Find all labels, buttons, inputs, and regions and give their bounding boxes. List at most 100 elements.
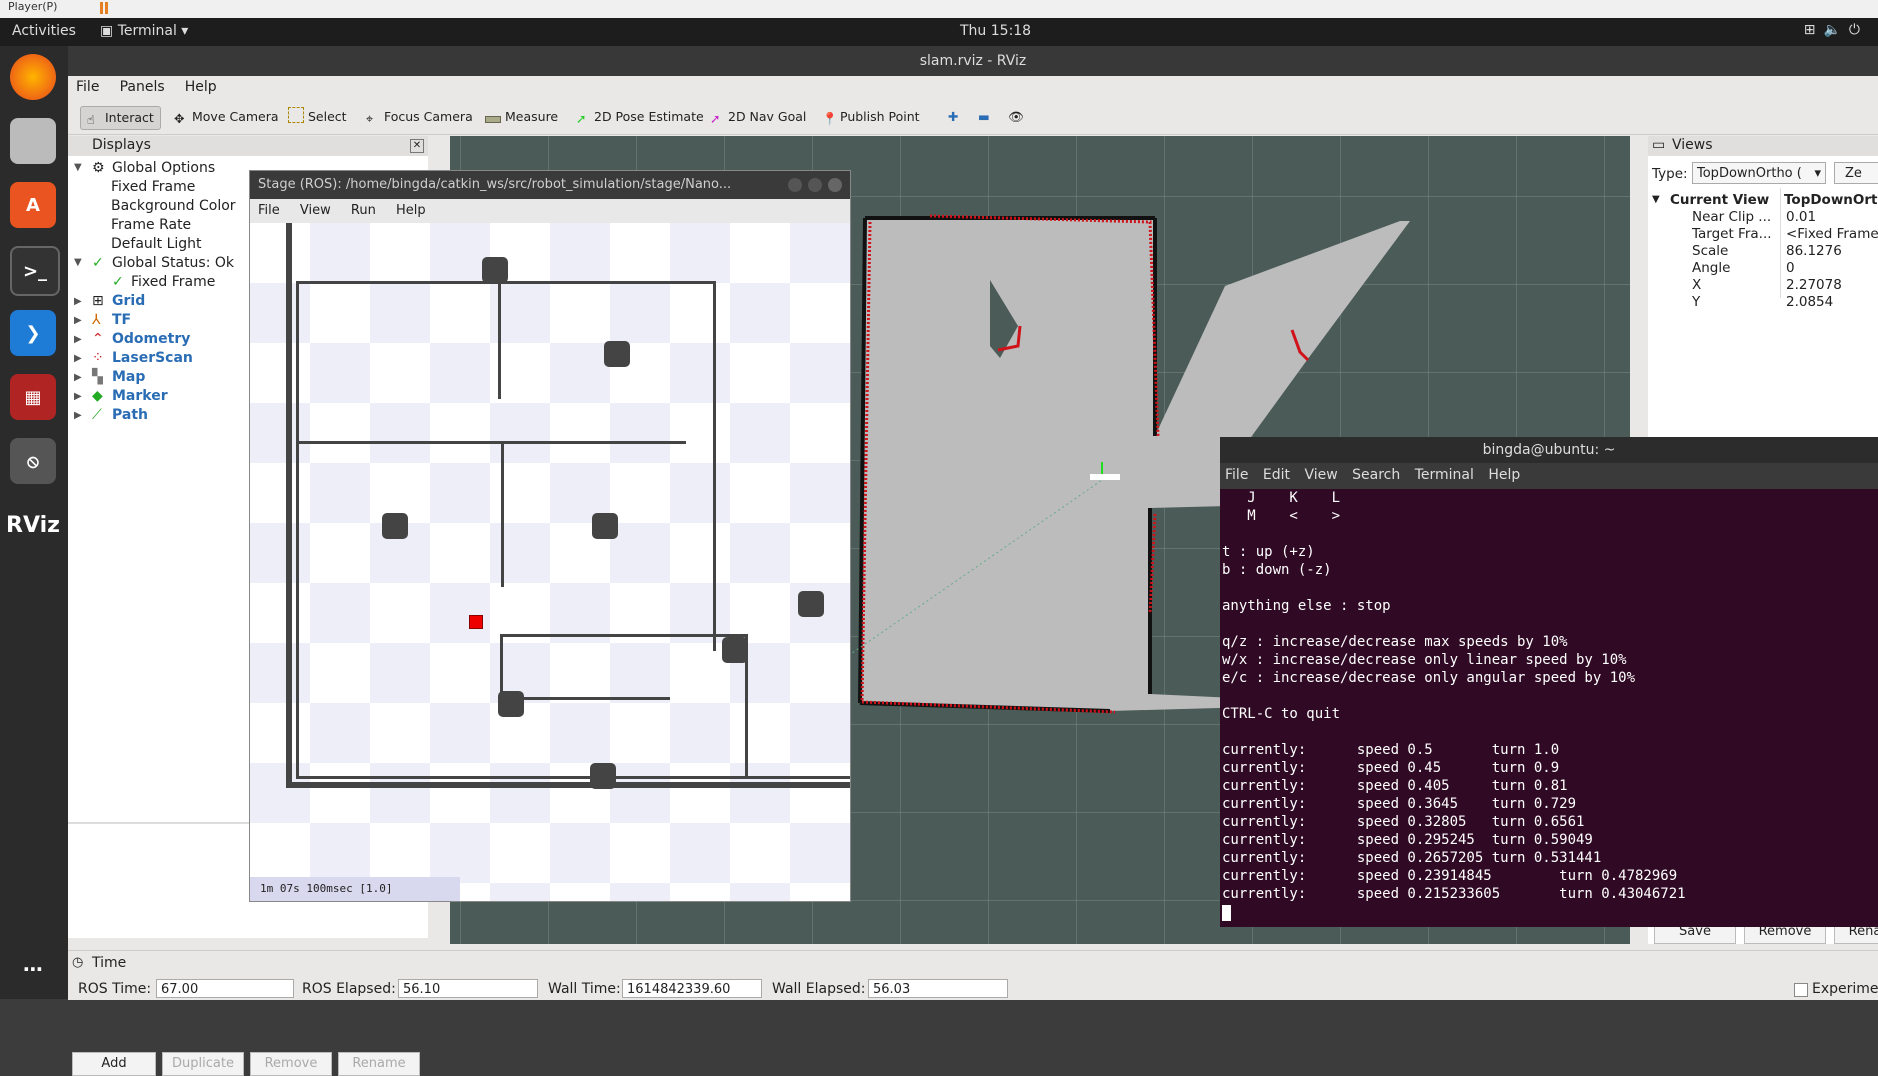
- prop-y-value[interactable]: 2.0854: [1786, 294, 1833, 310]
- move-camera-tool[interactable]: ✥ Move Camera: [168, 106, 285, 128]
- display-tf[interactable]: TF: [112, 312, 131, 328]
- prop-y[interactable]: Y: [1692, 294, 1700, 310]
- obstacle: [592, 513, 618, 539]
- expand-arrow-icon[interactable]: ▼: [74, 257, 82, 268]
- software-center-icon[interactable]: A: [10, 182, 56, 228]
- app-icon[interactable]: ▦: [10, 374, 56, 420]
- collapse-arrow-icon[interactable]: ▶: [74, 334, 82, 345]
- activities-button[interactable]: Activities: [12, 23, 76, 39]
- stage-menu-file[interactable]: File: [250, 199, 288, 222]
- stage-menu-run[interactable]: Run: [343, 199, 384, 222]
- display-laserscan[interactable]: LaserScan: [112, 350, 193, 366]
- prop-angle-value[interactable]: 0: [1786, 260, 1795, 276]
- display-global-status[interactable]: Global Status: Ok: [112, 255, 234, 271]
- menu-file[interactable]: File: [68, 76, 107, 98]
- stage-title[interactable]: Stage (ROS): /home/bingda/catkin_ws/src/…: [250, 171, 850, 199]
- close-icon[interactable]: ✕: [410, 139, 424, 153]
- show-apps-icon[interactable]: ⋯: [10, 946, 56, 992]
- current-view-label[interactable]: Current View: [1670, 192, 1769, 208]
- display-fixed-frame[interactable]: Fixed Frame: [111, 179, 195, 195]
- disabled-app-icon[interactable]: ⦸: [10, 438, 56, 484]
- add-tool-icon[interactable]: ✚: [942, 106, 964, 128]
- prop-scale[interactable]: Scale: [1692, 243, 1728, 259]
- term-menu-help[interactable]: Help: [1483, 463, 1525, 487]
- term-menu-view[interactable]: View: [1299, 463, 1342, 487]
- display-default-light[interactable]: Default Light: [111, 236, 202, 252]
- system-tray[interactable]: ⊞🔈⏻: [1804, 22, 1868, 38]
- remove-tool-icon[interactable]: ▬: [972, 106, 996, 128]
- wall-time-label: Wall Time:: [548, 981, 621, 997]
- prop-x-value[interactable]: 2.27078: [1786, 277, 1842, 293]
- display-map[interactable]: Map: [112, 369, 145, 385]
- prop-scale-value[interactable]: 86.1276: [1786, 243, 1842, 259]
- term-menu-terminal[interactable]: Terminal: [1410, 463, 1479, 487]
- rename-button[interactable]: Rename: [338, 1052, 420, 1076]
- collapse-arrow-icon[interactable]: ▶: [74, 372, 82, 383]
- display-grid[interactable]: Grid: [112, 293, 145, 309]
- display-frame-rate[interactable]: Frame Rate: [111, 217, 191, 233]
- duplicate-button[interactable]: Duplicate: [162, 1052, 244, 1076]
- vscode-icon[interactable]: ❯: [10, 310, 56, 356]
- clock[interactable]: Thu 15:18: [960, 23, 1031, 39]
- stage-menu-view[interactable]: View: [292, 199, 339, 222]
- menu-help[interactable]: Help: [177, 76, 225, 98]
- vm-player-menu[interactable]: Player(P): [8, 0, 57, 13]
- wall-time-field[interactable]: 1614842339.60: [622, 979, 762, 998]
- display-background-color[interactable]: Background Color: [111, 198, 236, 214]
- prop-target-frame-value[interactable]: <Fixed Frame: [1786, 226, 1878, 242]
- publish-point-tool[interactable]: 📍 Publish Point: [816, 106, 926, 128]
- prop-angle[interactable]: Angle: [1692, 260, 1730, 276]
- focus-camera-tool[interactable]: ⌖ Focus Camera: [360, 106, 479, 128]
- add-button[interactable]: Add: [72, 1052, 156, 1076]
- nav-goal-tool[interactable]: ➚ 2D Nav Goal: [704, 106, 812, 128]
- prop-near-clip[interactable]: Near Clip ...: [1692, 209, 1771, 225]
- display-odometry[interactable]: Odometry: [112, 331, 190, 347]
- firefox-icon[interactable]: [10, 54, 56, 100]
- terminal-title[interactable]: bingda@ubuntu: ~: [1220, 437, 1878, 463]
- window-close-icon[interactable]: [828, 178, 842, 192]
- measure-tool[interactable]: Measure: [479, 106, 564, 128]
- term-menu-search[interactable]: Search: [1347, 463, 1405, 487]
- rviz-icon[interactable]: RViz: [6, 502, 60, 548]
- display-status-fixed-frame[interactable]: Fixed Frame: [131, 274, 215, 290]
- terminal-output[interactable]: J K L M < > t : up (+z) b : down (-z) any…: [1220, 489, 1878, 927]
- files-icon[interactable]: [10, 118, 56, 164]
- prop-near-clip-value[interactable]: 0.01: [1786, 209, 1816, 225]
- stage-menu-help[interactable]: Help: [388, 199, 434, 222]
- collapse-arrow-icon[interactable]: ▶: [74, 391, 82, 402]
- collapse-arrow-icon[interactable]: ▶: [74, 315, 82, 326]
- experimental-checkbox[interactable]: [1794, 983, 1808, 997]
- collapse-arrow-icon[interactable]: ▶: [74, 296, 82, 307]
- menu-panels[interactable]: Panels: [112, 76, 173, 98]
- ros-time-field[interactable]: 67.00: [156, 979, 294, 998]
- interact-tool[interactable]: ☝ Interact: [80, 106, 161, 130]
- window-minimize-icon[interactable]: [788, 178, 802, 192]
- select-tool[interactable]: Select: [282, 106, 353, 128]
- display-global-options[interactable]: Global Options: [112, 160, 215, 176]
- zero-button[interactable]: Ze: [1834, 162, 1878, 184]
- ros-elapsed-field[interactable]: 56.10: [398, 979, 538, 998]
- app-menu[interactable]: ▣ Terminal ▾: [100, 23, 188, 39]
- expand-arrow-icon[interactable]: ▼: [1652, 194, 1660, 205]
- view-type-select[interactable]: TopDownOrtho (▾: [1692, 162, 1826, 184]
- window-maximize-icon[interactable]: [808, 178, 822, 192]
- wall-elapsed-field[interactable]: 56.03: [868, 979, 1008, 998]
- robot[interactable]: [469, 615, 483, 629]
- collapse-arrow-icon[interactable]: ▶: [74, 353, 82, 364]
- views-title: Views: [1672, 137, 1713, 153]
- term-menu-file[interactable]: File: [1220, 463, 1253, 487]
- terminal-dock-icon[interactable]: >_: [10, 246, 60, 296]
- display-path[interactable]: Path: [112, 407, 148, 423]
- prop-target-frame[interactable]: Target Fra...: [1692, 226, 1772, 242]
- eye-icon[interactable]: 👁: [1002, 106, 1030, 128]
- remove-button[interactable]: Remove: [250, 1052, 332, 1076]
- term-menu-edit[interactable]: Edit: [1258, 463, 1295, 487]
- display-marker[interactable]: Marker: [112, 388, 168, 404]
- stage-canvas[interactable]: 1m 07s 100msec [1.0]: [250, 223, 850, 901]
- collapse-arrow-icon[interactable]: ▶: [74, 410, 82, 421]
- tool-label: Focus Camera: [384, 109, 473, 124]
- expand-arrow-icon[interactable]: ▼: [74, 162, 82, 173]
- pause-icon[interactable]: [100, 2, 108, 14]
- pose-estimate-tool[interactable]: ➚ 2D Pose Estimate: [570, 106, 710, 128]
- prop-x[interactable]: X: [1692, 277, 1701, 293]
